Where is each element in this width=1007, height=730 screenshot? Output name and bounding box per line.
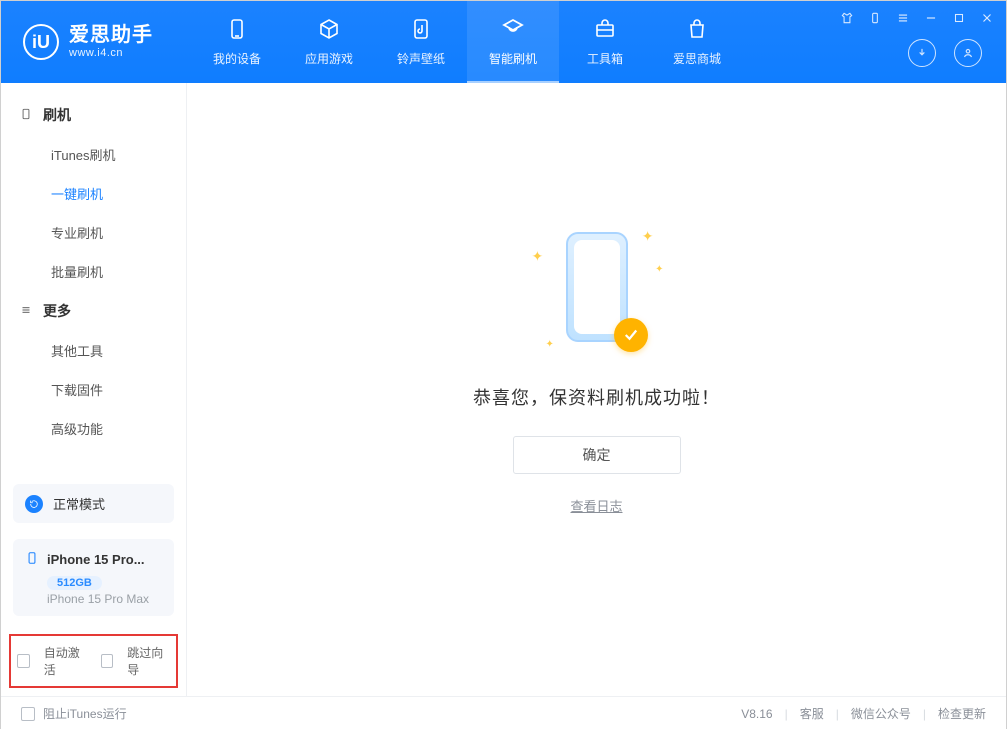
device-full-name: iPhone 15 Pro Max <box>47 592 162 606</box>
footer-link-wechat[interactable]: 微信公众号 <box>851 705 911 722</box>
mode-status-icon <box>25 495 43 513</box>
brand-title: 爱思助手 <box>69 25 153 45</box>
music-icon <box>409 17 433 44</box>
checkbox-skip-wizard[interactable] <box>101 654 114 668</box>
bag-icon <box>685 17 709 44</box>
refresh-icon <box>501 17 525 44</box>
nav-tab-apps[interactable]: 应用游戏 <box>283 1 375 83</box>
checkbox-auto-activate-label: 自动激活 <box>44 644 87 678</box>
success-check-icon <box>614 318 648 352</box>
sidebar-item-pro-flash[interactable]: 专业刷机 <box>1 213 186 252</box>
sparkle-icon: ✦ <box>642 228 654 245</box>
nav-tab-ringtones[interactable]: 铃声壁纸 <box>375 1 467 83</box>
nav-label: 应用游戏 <box>305 50 353 67</box>
storage-badge: 512GB <box>47 576 102 590</box>
sidebar-group-label: 更多 <box>43 301 71 321</box>
header-actions <box>908 39 982 67</box>
nav-label: 爱思商城 <box>673 50 721 67</box>
nav-tabs: 我的设备 应用游戏 铃声壁纸 智能刷机 工具箱 爱思商城 <box>191 1 743 83</box>
checkbox-skip-wizard-label: 跳过向导 <box>127 644 170 678</box>
checkbox-block-itunes[interactable] <box>21 707 35 721</box>
download-button[interactable] <box>908 39 936 67</box>
more-icon <box>19 303 33 320</box>
toolbox-icon <box>593 17 617 44</box>
skin-icon[interactable] <box>838 9 856 27</box>
mode-card[interactable]: 正常模式 <box>13 484 174 523</box>
maximize-icon[interactable] <box>950 9 968 27</box>
sidebar-item-download-firmware[interactable]: 下载固件 <box>1 370 186 409</box>
close-icon[interactable] <box>978 9 996 27</box>
nav-tab-my-device[interactable]: 我的设备 <box>191 1 283 83</box>
view-log-link[interactable]: 查看日志 <box>570 496 622 515</box>
nav-label: 智能刷机 <box>489 50 537 67</box>
nav-tab-toolbox[interactable]: 工具箱 <box>559 1 651 83</box>
sparkle-icon: ✦ <box>546 339 554 350</box>
sidebar-item-other-tools[interactable]: 其他工具 <box>1 331 186 370</box>
menu-icon[interactable] <box>894 9 912 27</box>
sidebar-group-more[interactable]: 更多 <box>1 291 186 331</box>
brand-logo-icon: iU <box>23 24 59 60</box>
sparkle-icon: ✦ <box>532 248 544 265</box>
cube-icon <box>317 17 341 44</box>
ok-button[interactable]: 确定 <box>513 436 681 474</box>
checkbox-auto-activate[interactable] <box>17 654 30 668</box>
device-phone-icon <box>25 549 39 570</box>
main-content: ✦ ✦ ✦ ✦ 恭喜您，保资料刷机成功啦！ 确定 查看日志 <box>187 83 1006 696</box>
device-card[interactable]: iPhone 15 Pro... 512GB iPhone 15 Pro Max <box>13 539 174 616</box>
sidebar: 刷机 iTunes刷机 一键刷机 专业刷机 批量刷机 更多 其他工具 下载固件 … <box>1 83 187 696</box>
phone-small-icon[interactable] <box>866 9 884 27</box>
nav-label: 工具箱 <box>587 50 623 67</box>
nav-label: 我的设备 <box>213 50 261 67</box>
sparkle-icon: ✦ <box>655 264 663 275</box>
phone-icon <box>225 17 249 44</box>
titlebar-controls <box>838 9 996 27</box>
sidebar-group-label: 刷机 <box>43 105 71 125</box>
highlighted-options: 自动激活 跳过向导 <box>9 634 178 688</box>
brand-subtitle: www.i4.cn <box>69 47 153 59</box>
sidebar-item-oneclick-flash[interactable]: 一键刷机 <box>1 174 186 213</box>
minimize-icon[interactable] <box>922 9 940 27</box>
nav-tab-flash[interactable]: 智能刷机 <box>467 1 559 83</box>
sidebar-item-advanced[interactable]: 高级功能 <box>1 409 186 448</box>
footer-link-update[interactable]: 检查更新 <box>938 705 986 722</box>
header: iU 爱思助手 www.i4.cn 我的设备 应用游戏 铃声壁纸 智能刷机 工具… <box>1 1 1006 83</box>
success-message: 恭喜您，保资料刷机成功啦！ <box>473 384 720 410</box>
footer-link-support[interactable]: 客服 <box>800 705 824 722</box>
footer: 阻止iTunes运行 V8.16 | 客服 | 微信公众号 | 检查更新 <box>1 696 1006 730</box>
sidebar-group-flash[interactable]: 刷机 <box>1 95 186 135</box>
sidebar-item-batch-flash[interactable]: 批量刷机 <box>1 252 186 291</box>
success-illustration: ✦ ✦ ✦ ✦ <box>522 224 672 354</box>
sidebar-item-itunes-flash[interactable]: iTunes刷机 <box>1 135 186 174</box>
device-icon <box>19 107 33 124</box>
version-label: V8.16 <box>741 707 772 721</box>
account-button[interactable] <box>954 39 982 67</box>
checkbox-block-itunes-label: 阻止iTunes运行 <box>43 705 127 722</box>
nav-label: 铃声壁纸 <box>397 50 445 67</box>
brand: iU 爱思助手 www.i4.cn <box>1 1 191 83</box>
nav-tab-store[interactable]: 爱思商城 <box>651 1 743 83</box>
mode-label: 正常模式 <box>53 494 105 513</box>
device-name: iPhone 15 Pro... <box>47 552 145 567</box>
